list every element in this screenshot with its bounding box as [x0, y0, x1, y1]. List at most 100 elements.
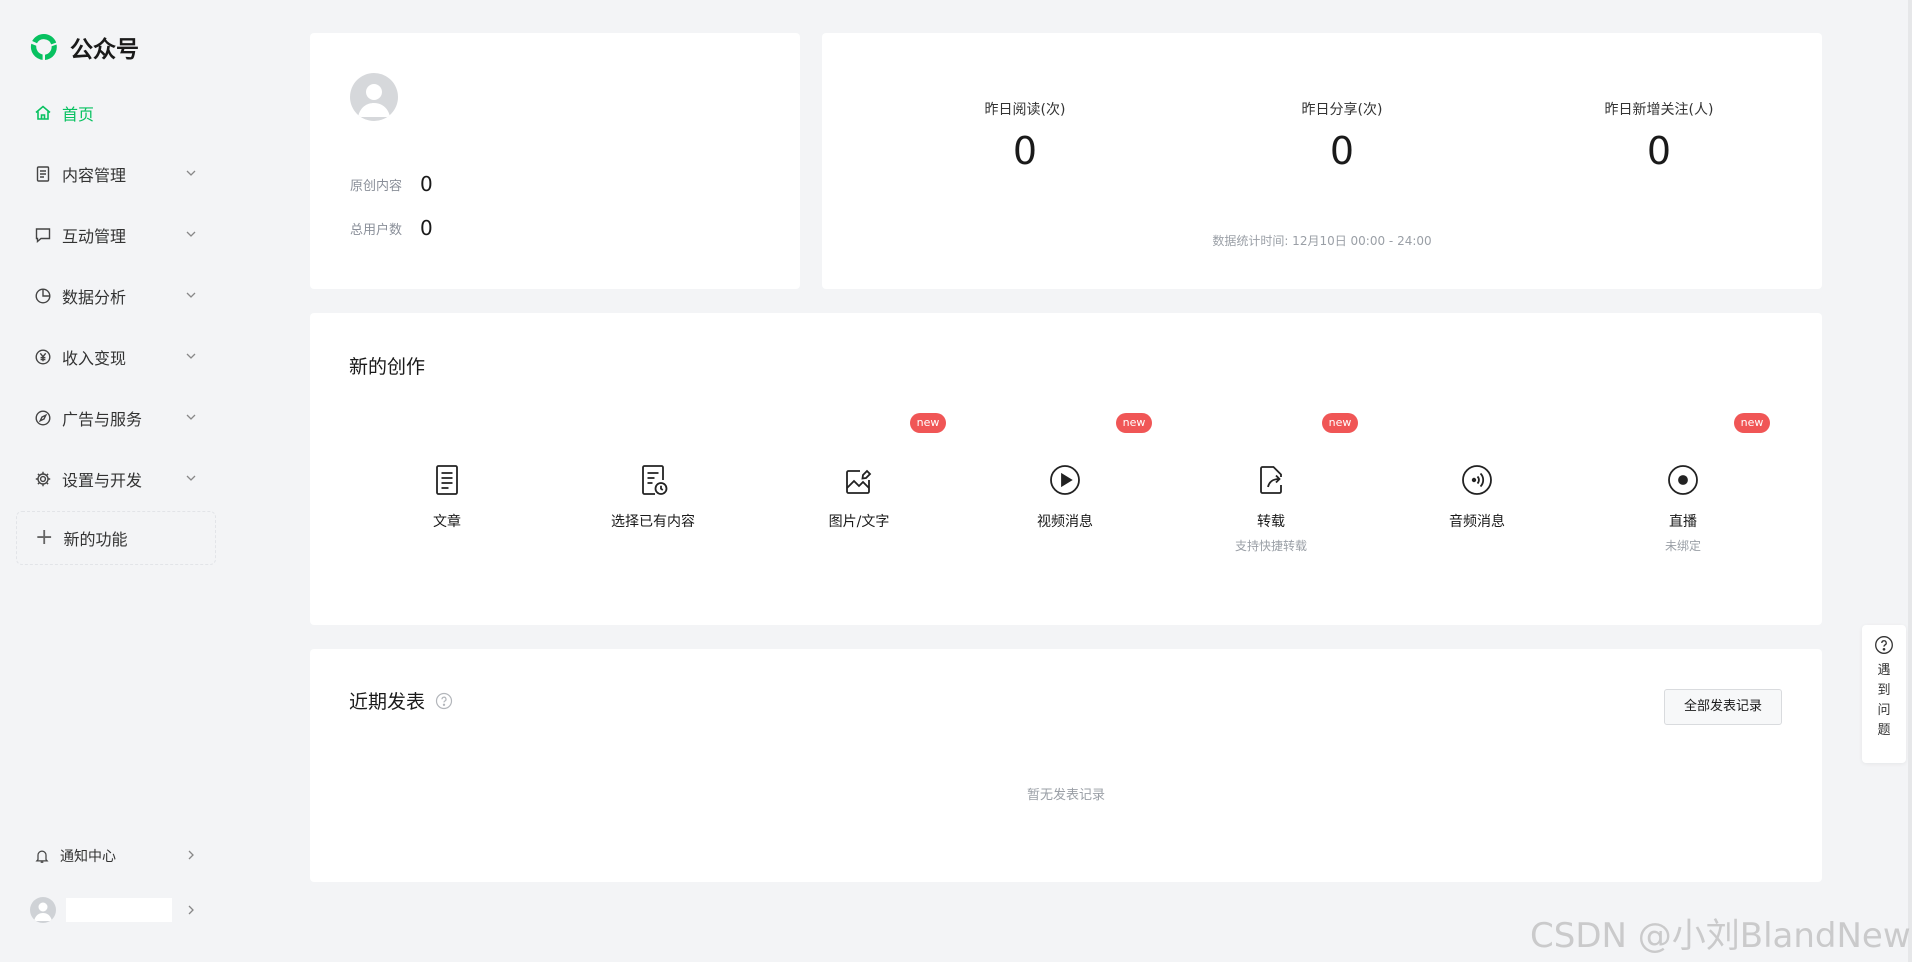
stat-reads-value: 0 [1012, 129, 1038, 173]
create-repost-label: 转载 [1257, 514, 1285, 530]
new-badge: new [1734, 413, 1770, 433]
sidebar-item-label: 首页 [62, 105, 95, 124]
section-title-recent: 近期发表 [349, 687, 453, 714]
stats-card: 昨日阅读(次) 0 昨日分享(次) 0 昨日新增关注(人) 0 数据统计时间: … [822, 33, 1822, 289]
document-clock-icon [642, 465, 668, 495]
create-audio-label: 音频消息 [1449, 514, 1505, 530]
chevron-right-icon [188, 905, 194, 915]
original-content-value: 0 [420, 172, 433, 196]
stat-shares: 昨日分享(次) 0 [1232, 99, 1452, 173]
recent-posts-card: 近期发表 全部发表记录 暂无发表记录 [310, 649, 1822, 882]
sidebar-item-analytics[interactable]: 数据分析 [16, 272, 216, 320]
sidebar-item-revenue[interactable]: 收入变现 [16, 333, 216, 381]
compass-icon [35, 410, 51, 426]
account-menu[interactable] [16, 888, 216, 932]
recent-title-text: 近期发表 [349, 691, 426, 713]
create-video[interactable]: 视频消息 [975, 463, 1155, 531]
create-image-text-label: 图片/文字 [828, 514, 890, 530]
create-image-text[interactable]: 图片/文字 [769, 463, 949, 531]
new-feature-button[interactable]: + 新的功能 [16, 511, 216, 565]
account-avatar[interactable] [350, 73, 398, 121]
help-floating-label: 遇到问题 [1877, 663, 1891, 738]
sidebar-item-label: 设置与开发 [62, 471, 143, 490]
new-badge: new [910, 413, 946, 433]
chevron-down-icon [186, 170, 196, 176]
chevron-down-icon [186, 353, 196, 359]
home-icon [35, 105, 51, 120]
sidebar-item-interaction[interactable]: 互动管理 [16, 211, 216, 259]
stat-shares-label: 昨日分享(次) [1301, 102, 1383, 118]
total-users-value: 0 [420, 216, 433, 240]
stat-follows-label: 昨日新增关注(人) [1604, 102, 1714, 118]
create-live[interactable]: 直播 未绑定 [1593, 463, 1773, 554]
bell-icon [35, 850, 49, 863]
original-content-label: 原创内容 [350, 178, 403, 194]
create-repost[interactable]: 转载 支持快捷转载 [1181, 463, 1361, 554]
create-live-sub: 未绑定 [1664, 539, 1701, 553]
account-name-redacted [66, 898, 172, 922]
scrollbar[interactable] [1908, 0, 1912, 962]
question-circle-icon [1875, 636, 1893, 654]
original-content-row: 原创内容 0 [350, 172, 433, 196]
app-title: 公众号 [70, 37, 139, 63]
sidebar-item-settings[interactable]: 设置与开发 [16, 455, 216, 503]
logo[interactable]: 公众号 [28, 30, 139, 64]
notifications-label: 通知中心 [60, 849, 116, 865]
gear-icon [35, 471, 51, 487]
sidebar-item-label: 内容管理 [62, 166, 127, 185]
create-article[interactable]: 文章 [357, 463, 537, 531]
create-video-label: 视频消息 [1037, 514, 1093, 530]
repost-icon [1260, 466, 1282, 494]
sidebar-item-label: 数据分析 [62, 288, 127, 307]
live-icon [1668, 465, 1698, 495]
sidebar-item-notifications[interactable]: 通知中心 [16, 834, 216, 878]
sidebar-item-label: 广告与服务 [62, 410, 143, 429]
stat-reads-label: 昨日阅读(次) [984, 102, 1066, 118]
article-icon [436, 465, 458, 495]
sidebar-item-label: 互动管理 [62, 227, 127, 246]
create-repost-sub: 支持快捷转载 [1234, 539, 1307, 553]
play-circle-icon [1050, 465, 1080, 495]
chat-icon [35, 228, 51, 244]
help-floating-button[interactable]: 遇到问题 [1862, 625, 1906, 763]
chevron-down-icon [186, 231, 196, 237]
new-creation-card: 新的创作 new new new new 文章 选择已有内容 图片/文字 视频消… [310, 313, 1822, 625]
document-icon [36, 166, 50, 182]
create-existing-content[interactable]: 选择已有内容 [563, 463, 743, 531]
pie-chart-icon [35, 288, 51, 304]
stat-shares-value: 0 [1329, 129, 1355, 173]
stats-footnote: 数据统计时间: 12月10日 00:00 - 24:00 [1212, 234, 1432, 248]
yen-icon [35, 349, 51, 365]
chevron-right-icon [188, 850, 194, 860]
new-feature-label: 新的功能 [63, 530, 128, 549]
create-article-label: 文章 [433, 514, 461, 530]
all-posts-button[interactable]: 全部发表记录 [1664, 689, 1782, 725]
stat-reads: 昨日阅读(次) 0 [915, 99, 1135, 173]
audio-icon [1462, 465, 1492, 495]
chevron-down-icon [186, 475, 196, 481]
stat-follows: 昨日新增关注(人) 0 [1549, 99, 1769, 173]
sidebar-item-home[interactable]: 首页 [16, 89, 216, 137]
sidebar-item-ads[interactable]: 广告与服务 [16, 394, 216, 442]
create-existing-label: 选择已有内容 [611, 514, 695, 530]
sidebar: 公众号 首页 内容管理 互动管理 数据分析 收入变现 广告与服务 设置与开发 +… [0, 0, 230, 962]
wechat-mp-logo-icon [30, 33, 57, 60]
avatar [30, 897, 56, 923]
watermark: CSDN @小刘BlandNew [1530, 916, 1911, 956]
empty-state-text: 暂无发表记录 [1026, 788, 1105, 803]
create-audio[interactable]: 音频消息 [1387, 463, 1567, 531]
plus-icon: + [35, 525, 54, 550]
account-card: 原创内容 0 总用户数 0 [310, 33, 800, 289]
total-users-row: 总用户数 0 [350, 216, 433, 240]
sidebar-item-label: 收入变现 [62, 349, 127, 368]
total-users-label: 总用户数 [350, 222, 403, 238]
help-circle-icon[interactable] [435, 692, 453, 710]
chevron-down-icon [186, 414, 196, 420]
new-badge: new [1116, 413, 1152, 433]
chevron-down-icon [186, 292, 196, 298]
new-badge: new [1322, 413, 1358, 433]
section-title-create: 新的创作 [349, 356, 426, 378]
create-live-label: 直播 [1669, 514, 1697, 530]
stat-follows-value: 0 [1646, 129, 1672, 173]
sidebar-item-content[interactable]: 内容管理 [16, 150, 216, 198]
